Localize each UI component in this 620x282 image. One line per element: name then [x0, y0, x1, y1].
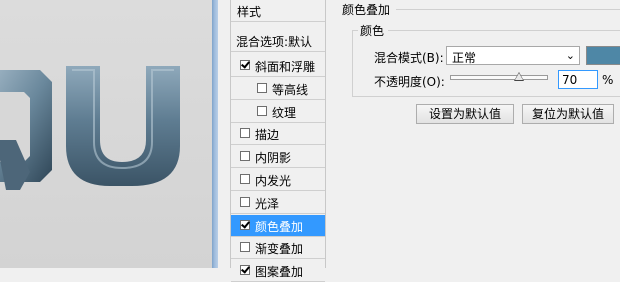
style-item[interactable]: 等高线 — [231, 78, 325, 100]
checkbox-icon[interactable] — [240, 174, 250, 184]
style-item-label: 内发光 — [255, 174, 292, 188]
style-item-label: 颜色叠加 — [255, 220, 304, 234]
style-item-label: 描边 — [255, 128, 280, 142]
style-item[interactable]: 描边 — [231, 123, 325, 145]
style-item[interactable]: 渐变叠加 — [231, 237, 325, 259]
panel-title: 颜色叠加 — [340, 1, 397, 18]
opacity-label: 不透明度(O): — [374, 75, 445, 89]
style-item-label: 光泽 — [255, 197, 280, 211]
style-item[interactable]: 图案叠加 — [231, 260, 325, 282]
style-list-header-label: 样式 — [237, 5, 262, 19]
blend-mode-select[interactable]: 正常 ⌄ — [446, 46, 580, 65]
style-item[interactable]: 斜面和浮雕 — [231, 55, 325, 77]
style-item[interactable]: 颜色叠加 — [231, 215, 325, 237]
reset-default-button[interactable]: 复位为默认值 — [522, 104, 614, 124]
style-item-label: 等高线 — [272, 83, 309, 97]
style-item-label: 纹理 — [272, 106, 297, 120]
letter-q-shape — [0, 70, 52, 190]
color-group-title: 颜色 — [358, 22, 389, 39]
opacity-input-value: 70 — [562, 73, 578, 87]
checkbox-icon[interactable] — [240, 60, 250, 70]
checkbox-icon[interactable] — [240, 197, 250, 207]
style-item[interactable]: 光泽 — [231, 192, 325, 214]
style-item[interactable]: 纹理 — [231, 101, 325, 123]
style-item-label: 斜面和浮雕 — [255, 60, 316, 74]
style-item-label: 渐变叠加 — [255, 242, 304, 256]
style-item[interactable]: 内阴影 — [231, 146, 325, 168]
blend-options-item[interactable]: 混合选项:默认 — [231, 30, 325, 52]
checkbox-icon[interactable] — [240, 151, 250, 161]
checkbox-icon[interactable] — [257, 106, 267, 116]
checkbox-icon[interactable] — [240, 220, 250, 230]
checkbox-icon[interactable] — [257, 83, 267, 93]
layer-style-list: 样式 混合选项:默认 斜面和浮雕等高线纹理描边内阴影内发光光泽颜色叠加渐变叠加图… — [230, 0, 326, 282]
blend-mode-value: 正常 — [452, 51, 477, 65]
opacity-slider-track[interactable] — [450, 75, 548, 80]
set-default-button[interactable]: 设置为默认值 — [416, 104, 514, 124]
checkbox-icon[interactable] — [240, 242, 250, 252]
blend-mode-label: 混合模式(B): — [374, 51, 444, 65]
letter-u-shape — [66, 66, 180, 186]
overlay-color-swatch[interactable] — [586, 46, 620, 65]
embossed-text-artwork — [0, 66, 180, 190]
opacity-input[interactable]: 70 — [558, 70, 598, 89]
pane-separator — [218, 0, 230, 268]
opacity-slider-thumb[interactable] — [513, 72, 524, 81]
color-overlay-panel: 颜色叠加 颜色 混合模式(B): 正常 ⌄ 不透明度(O): 70 % 设置为默… — [324, 0, 620, 268]
checkbox-icon[interactable] — [240, 128, 250, 138]
blend-options-label: 混合选项:默认 — [236, 35, 313, 49]
chevron-down-icon: ⌄ — [565, 49, 575, 62]
opacity-unit: % — [602, 73, 614, 87]
style-item[interactable]: 内发光 — [231, 169, 325, 191]
style-list-header: 样式 — [231, 0, 325, 22]
style-item-label: 内阴影 — [255, 151, 292, 165]
checkbox-icon[interactable] — [240, 265, 250, 275]
canvas-preview — [0, 0, 212, 268]
style-item-label: 图案叠加 — [255, 265, 304, 279]
